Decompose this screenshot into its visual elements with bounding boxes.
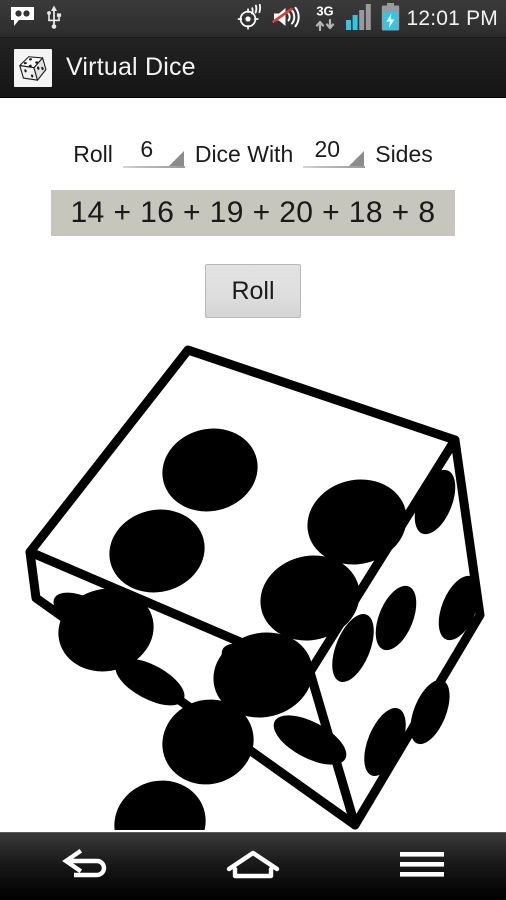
app-title-bar: Virtual Dice <box>0 38 506 98</box>
gps-icon <box>237 3 265 35</box>
menu-icon <box>399 849 445 884</box>
status-bar: 3G 12:01 PM <box>0 0 506 38</box>
battery-charging-icon <box>381 2 400 36</box>
status-bar-right-icons: 3G <box>237 2 400 36</box>
home-icon <box>225 848 281 885</box>
main-content: Roll 6 Dice With 20 Sides 14 + 16 + 19 +… <box>0 98 506 832</box>
chevron-down-icon <box>349 151 365 166</box>
volume-muted-icon <box>271 5 304 34</box>
spinner-underline <box>122 166 185 168</box>
nav-home-button[interactable] <box>169 833 338 900</box>
back-arrow-icon <box>57 847 111 886</box>
system-navigation-bar <box>0 832 506 900</box>
chevron-down-icon <box>168 151 184 166</box>
roll-result-band: 14 + 16 + 19 + 20 + 18 + 8 <box>51 190 455 236</box>
status-bar-left-icons <box>10 5 62 34</box>
dice-count-spinner[interactable]: 6 <box>122 134 185 168</box>
three-dimensional-die-illustration <box>25 345 485 830</box>
nav-back-button[interactable] <box>0 833 169 900</box>
label-roll: Roll <box>73 141 113 167</box>
roll-button[interactable]: Roll <box>205 264 301 318</box>
roll-result-text: 14 + 16 + 19 + 20 + 18 + 8 <box>70 196 436 229</box>
usb-icon <box>46 5 62 34</box>
voicemail-icon <box>10 6 35 32</box>
signal-bars-icon <box>345 3 374 35</box>
nav-menu-button[interactable] <box>337 833 506 900</box>
app-root: 3G 12:01 PM Virtual Dice Roll 6 Dice Wit… <box>0 0 506 900</box>
status-bar-clock: 12:01 PM <box>406 7 498 30</box>
svg-text:3G: 3G <box>316 3 333 18</box>
dice-config-row: Roll 6 Dice With 20 Sides <box>0 134 506 168</box>
dice-app-icon <box>14 48 52 87</box>
network-3g-icon: 3G <box>311 3 339 36</box>
sides-count-spinner[interactable]: 20 <box>303 134 366 168</box>
app-title-text: Virtual Dice <box>66 53 196 81</box>
sides-count-value: 20 <box>314 136 341 162</box>
label-sides: Sides <box>375 141 433 167</box>
label-dice-with: Dice With <box>194 141 294 167</box>
spinner-underline <box>303 166 366 168</box>
dice-illustration-container <box>0 330 506 832</box>
dice-count-value: 6 <box>140 136 154 162</box>
